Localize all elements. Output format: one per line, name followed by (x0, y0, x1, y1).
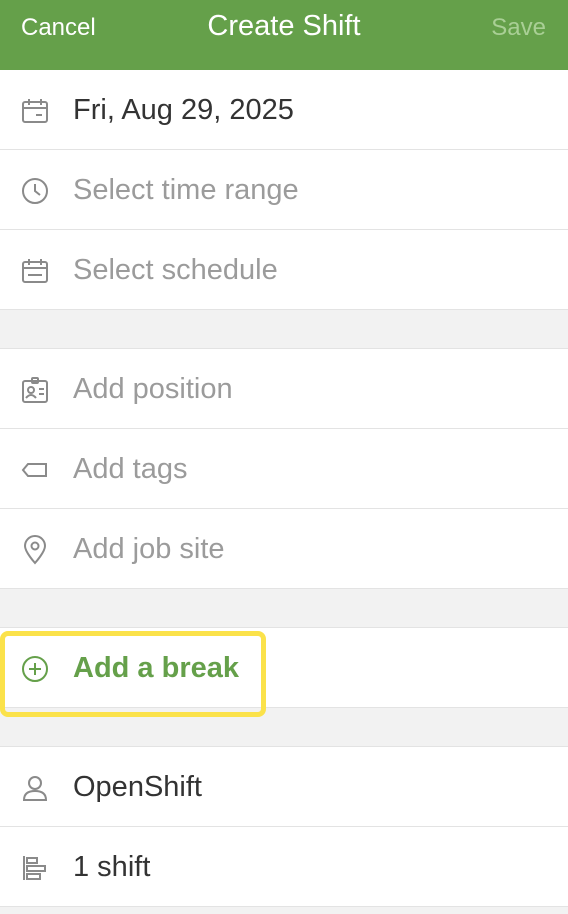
clock-icon (20, 176, 50, 206)
job-site-row[interactable]: Add job site (0, 509, 568, 589)
add-break-row[interactable]: Add a break (0, 628, 568, 708)
break-group: Add a break (0, 628, 568, 708)
job-site-placeholder: Add job site (73, 533, 225, 565)
location-pin-icon (20, 535, 50, 565)
position-placeholder: Add position (73, 373, 233, 405)
date-row[interactable]: Fri, Aug 29, 2025 (0, 70, 568, 150)
section-divider (0, 589, 568, 628)
plus-circle-icon (20, 654, 50, 684)
person-icon (20, 773, 50, 803)
calendar-icon (20, 96, 50, 126)
shift-count-row[interactable]: 1 shift (0, 827, 568, 907)
add-break-button[interactable]: Add a break (73, 650, 239, 686)
date-value: Fri, Aug 29, 2025 (73, 94, 294, 126)
time-range-row[interactable]: Select time range (0, 150, 568, 230)
assignee-value: OpenShift (73, 771, 202, 803)
tags-row[interactable]: Add tags (0, 429, 568, 509)
tags-placeholder: Add tags (73, 453, 188, 485)
tag-icon (20, 455, 50, 485)
section-divider (0, 708, 568, 747)
section-divider (0, 310, 568, 349)
assignment-group: OpenShift 1 shift (0, 747, 568, 907)
position-row[interactable]: Add position (0, 349, 568, 429)
schedule-icon (20, 256, 50, 286)
navigation-bar: Cancel Create Shift Save (0, 0, 568, 70)
schedule-placeholder: Select schedule (73, 254, 278, 286)
shifts-icon (20, 853, 50, 883)
schedule-row[interactable]: Select schedule (0, 230, 568, 310)
id-badge-icon (20, 375, 50, 405)
assignee-row[interactable]: OpenShift (0, 747, 568, 827)
shift-basics-group: Fri, Aug 29, 2025 Select time range Sele… (0, 70, 568, 310)
save-button[interactable]: Save (491, 14, 546, 42)
time-range-placeholder: Select time range (73, 174, 299, 206)
shift-details-group: Add position Add tags Add job site (0, 349, 568, 589)
shift-count-value: 1 shift (73, 851, 151, 883)
page-title: Create Shift (207, 10, 361, 42)
